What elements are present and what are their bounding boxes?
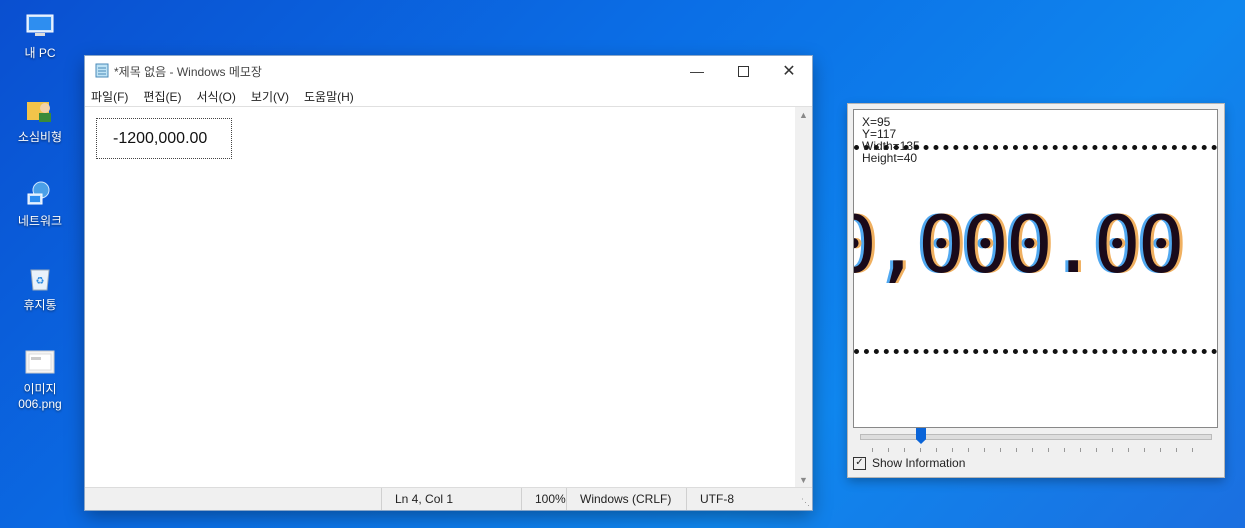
magnified-text: 0,000.00 <box>853 201 1185 291</box>
status-line-ending: Windows (CRLF) <box>566 488 675 510</box>
resize-grip-icon[interactable]: ⋱ <box>801 497 810 508</box>
magnifier-view: X=95 Y=117 Width=135 Height=40 0,000.00 <box>853 109 1218 428</box>
status-position: Ln 4, Col 1 <box>381 488 520 510</box>
zoom-slider-track[interactable] <box>860 434 1212 440</box>
maximize-button[interactable] <box>720 56 766 86</box>
user-folder-icon <box>24 94 56 126</box>
desktop-icon-image-file[interactable]: 이미지 006.png <box>10 346 70 412</box>
notepad-window: *제목 없음 - Windows 메모장 — ✕ 파일(F) 편집(E) 서식(… <box>85 56 812 510</box>
desktop-icon-recycle-bin[interactable]: ♻ 휴지통 <box>10 262 70 313</box>
scroll-up-icon[interactable]: ▲ <box>795 107 812 124</box>
computer-icon <box>24 10 56 42</box>
menu-help[interactable]: 도움말(H) <box>304 88 354 105</box>
menu-edit[interactable]: 편집(E) <box>143 88 181 105</box>
recycle-bin-icon: ♻ <box>24 262 56 294</box>
vertical-scrollbar[interactable]: ▲ ▼ <box>795 106 812 489</box>
window-title: *제목 없음 - Windows 메모장 <box>114 64 262 79</box>
magnifier-info: X=95 Y=117 Width=135 Height=40 <box>862 116 920 164</box>
desktop-icon-label: 휴지통 <box>23 298 57 312</box>
status-encoding: UTF-8 <box>686 488 760 510</box>
menu-file[interactable]: 파일(F) <box>91 88 128 105</box>
magnifier-window: X=95 Y=117 Width=135 Height=40 0,000.00 … <box>848 104 1224 477</box>
menu-format[interactable]: 서식(O) <box>196 88 235 105</box>
notepad-icon <box>94 62 110 81</box>
editor-text: -1200,000.00 <box>113 130 208 147</box>
selection-border-bottom <box>854 349 1217 354</box>
minimize-icon: — <box>690 63 704 79</box>
title-bar[interactable]: *제목 없음 - Windows 메모장 — ✕ <box>85 56 812 86</box>
svg-text:♻: ♻ <box>36 276 45 287</box>
checkbox-check-icon[interactable]: ✓ <box>853 456 866 470</box>
close-button[interactable]: ✕ <box>766 56 812 86</box>
desktop-icon-label: 네트워크 <box>17 214 63 228</box>
desktop-icon-label: 이미지 006.png <box>18 382 62 411</box>
zoom-slider-thumb[interactable] <box>916 428 926 444</box>
maximize-icon <box>737 65 749 77</box>
status-zoom: 100% <box>521 488 566 510</box>
desktop-icon-user-folder[interactable]: 소심비형 <box>10 94 70 145</box>
menu-view[interactable]: 보기(V) <box>251 88 289 105</box>
zoom-slider-ticks <box>872 448 1202 452</box>
text-editor[interactable]: -1200,000.00 <box>85 106 795 489</box>
show-information-label: Show Information <box>872 456 966 470</box>
menu-bar: 파일(F) 편집(E) 서식(O) 보기(V) 도움말(H) <box>85 86 812 106</box>
desktop-icon-network[interactable]: 네트워크 <box>10 178 70 229</box>
desktop-icon-label: 소심비형 <box>17 130 63 144</box>
minimize-button[interactable]: — <box>674 56 720 86</box>
network-icon <box>24 178 56 210</box>
status-bar: Ln 4, Col 1 100% Windows (CRLF) UTF-8 ⋱ <box>85 487 812 510</box>
desktop-icon-label: 내 PC <box>24 46 56 60</box>
close-icon: ✕ <box>782 63 796 80</box>
desktop-icon-my-pc[interactable]: 내 PC <box>10 10 70 61</box>
show-information-checkbox[interactable]: ✓ Show Information <box>853 456 965 470</box>
info-height: Height=40 <box>862 151 918 165</box>
image-file-icon <box>24 346 56 378</box>
